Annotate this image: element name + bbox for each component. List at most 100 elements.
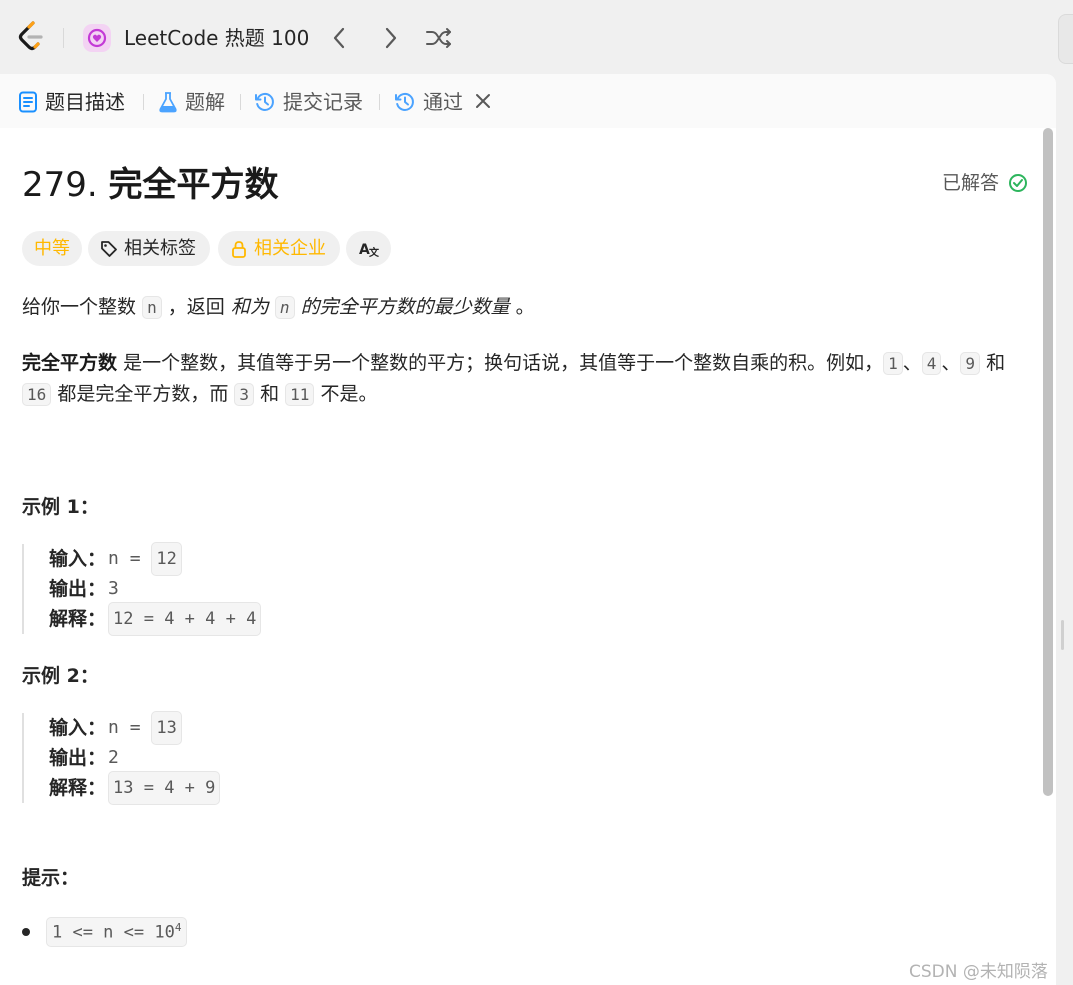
example-output: 输出： 3 [49,574,261,604]
example-input: 输入： n = 13 [49,711,220,745]
divider [63,28,64,48]
inline-code: 16 [22,383,52,406]
example-block: 输入： n = 12 输出： 3 解释： 12 = 4 + 4 + 4 [22,542,262,636]
close-icon[interactable] [473,91,493,111]
example-explanation: 解释： 12 = 4 + 4 + 4 [49,602,262,636]
input-value: n = [108,717,152,738]
tab-solutions[interactable]: 题解 [158,88,225,116]
scrollbar-thumb[interactable] [1043,128,1053,796]
output-label: 输出： [49,747,107,769]
text: 、 [902,352,922,374]
inline-code: 12 = 4 + 4 + 4 [108,602,262,636]
divider [143,94,144,110]
inline-code: 13 = 4 + 9 [108,771,221,805]
example-output: 输出： 2 [49,743,220,773]
text: 和 [986,352,1006,374]
tab-label: 题解 [185,90,225,114]
text: 和 [260,383,280,405]
input-label: 输入： [49,548,107,570]
text: ，返回 [167,296,225,318]
check-circle-icon [1009,174,1028,192]
example-block: 输入： n = 13 输出： 2 解释： 13 = 4 + 9 [22,711,221,805]
related-tags-label: 相关标签 [124,238,196,259]
constraint-text: 1 <= n <= 10 [52,922,175,943]
inline-code: 13 [151,711,182,745]
shuffle-icon[interactable] [424,23,454,53]
output-label: 输出： [49,578,107,600]
translate-button[interactable]: A 文 [346,231,391,266]
inline-code: n [274,296,295,319]
bullet [22,927,30,936]
constraints-title: 提示： [22,867,80,889]
exponent: 4 [174,921,182,934]
chevron-right-icon[interactable] [375,23,405,53]
text: 都是完全平方数，而 [57,383,229,405]
explanation-label: 解释： [49,777,107,799]
text: 不是。 [320,383,378,405]
difficulty-badge: 中等 [22,231,82,266]
svg-text:文: 文 [369,246,380,259]
problem-name: 完全平方数 [108,165,279,205]
tab-label: 通过 [423,90,463,114]
chevron-left-icon[interactable] [325,23,355,53]
output-value: 2 [108,747,119,768]
inline-code: 1 <= n <= 104 [46,917,188,947]
tab-bar: 题目描述 题解 提交记录 通过 [0,74,1056,128]
tab-submissions[interactable]: 提交记录 [254,88,363,116]
study-plan-title[interactable]: LeetCode 热题 100 [124,24,309,52]
tab-passed[interactable]: 通过 [394,88,463,116]
flask-icon [159,92,177,113]
problem-statement-1: 给你一个整数 n ，返回 和为 n 的完全平方数的最少数量 。 [22,292,1022,323]
text: 。 [515,296,535,318]
history-icon [395,92,414,111]
solved-label: 已解答 [942,172,1000,194]
difficulty-label: 中等 [34,238,70,259]
problem-number: 279. [22,165,98,205]
solved-status: 已解答 [942,170,1028,196]
example-explanation: 解释： 13 = 4 + 9 [49,771,221,805]
text-italic: 和为 [230,296,269,318]
translate-icon: A 文 [359,242,380,259]
inline-code: 1 [883,352,903,375]
input-value: n = [108,548,152,569]
example-input: 输入： n = 12 [49,542,261,576]
input-label: 输入： [49,717,107,739]
inline-code: 12 [151,542,182,576]
inline-code: 11 [285,383,315,406]
divider [379,94,380,110]
constraint-item: 1 <= n <= 104 [22,917,188,947]
inline-code: 4 [921,352,942,375]
lock-icon [232,240,246,258]
example-title: 示例 2： [22,665,99,687]
tab-label: 题目描述 [45,90,125,114]
inline-code: n [142,296,162,319]
study-plan-icon[interactable] [82,23,112,53]
side-panel-edge [1058,14,1073,64]
tag-icon [101,240,117,257]
watermark: CSDN @未知陨落 [909,962,1048,982]
text: 、 [941,352,961,374]
history-icon [255,92,274,111]
tab-description[interactable]: 题目描述 [18,88,125,116]
top-navbar: LeetCode 热题 100 [0,0,1073,76]
problem-title: 279. 完全平方数 [22,163,279,207]
related-companies-label: 相关企业 [254,238,326,259]
explanation-label: 解释： [49,608,107,630]
tab-label: 提交记录 [283,90,363,114]
inline-code: 9 [960,352,981,375]
term-bold: 完全平方数 [22,352,118,374]
inline-code: 3 [234,383,255,406]
text: 是一个整数，其值等于另一个整数的平方；换句话说，其值等于一个整数自乘的积。例如， [123,352,884,374]
leetcode-logo[interactable] [16,20,46,54]
related-tags-button[interactable]: 相关标签 [88,231,210,266]
related-companies-button[interactable]: 相关企业 [218,231,340,266]
description-icon [19,91,37,113]
output-value: 3 [108,578,119,599]
text: 给你一个整数 [22,296,137,318]
divider [240,94,241,110]
problem-panel: 题目描述 题解 提交记录 通过 279. 完全平方数 已解答 中等 相关标签 相… [0,74,1056,985]
resize-handle[interactable] [1061,620,1064,650]
problem-statement-2: 完全平方数 是一个整数，其值等于另一个整数的平方；换句话说，其值等于一个整数自乘… [22,348,1022,410]
text-italic: 的完全平方数的最少数量 [300,296,510,318]
problem-description: 279. 完全平方数 已解答 中等 相关标签 相关企业 A 文 给你一个整数 n… [0,128,1042,985]
